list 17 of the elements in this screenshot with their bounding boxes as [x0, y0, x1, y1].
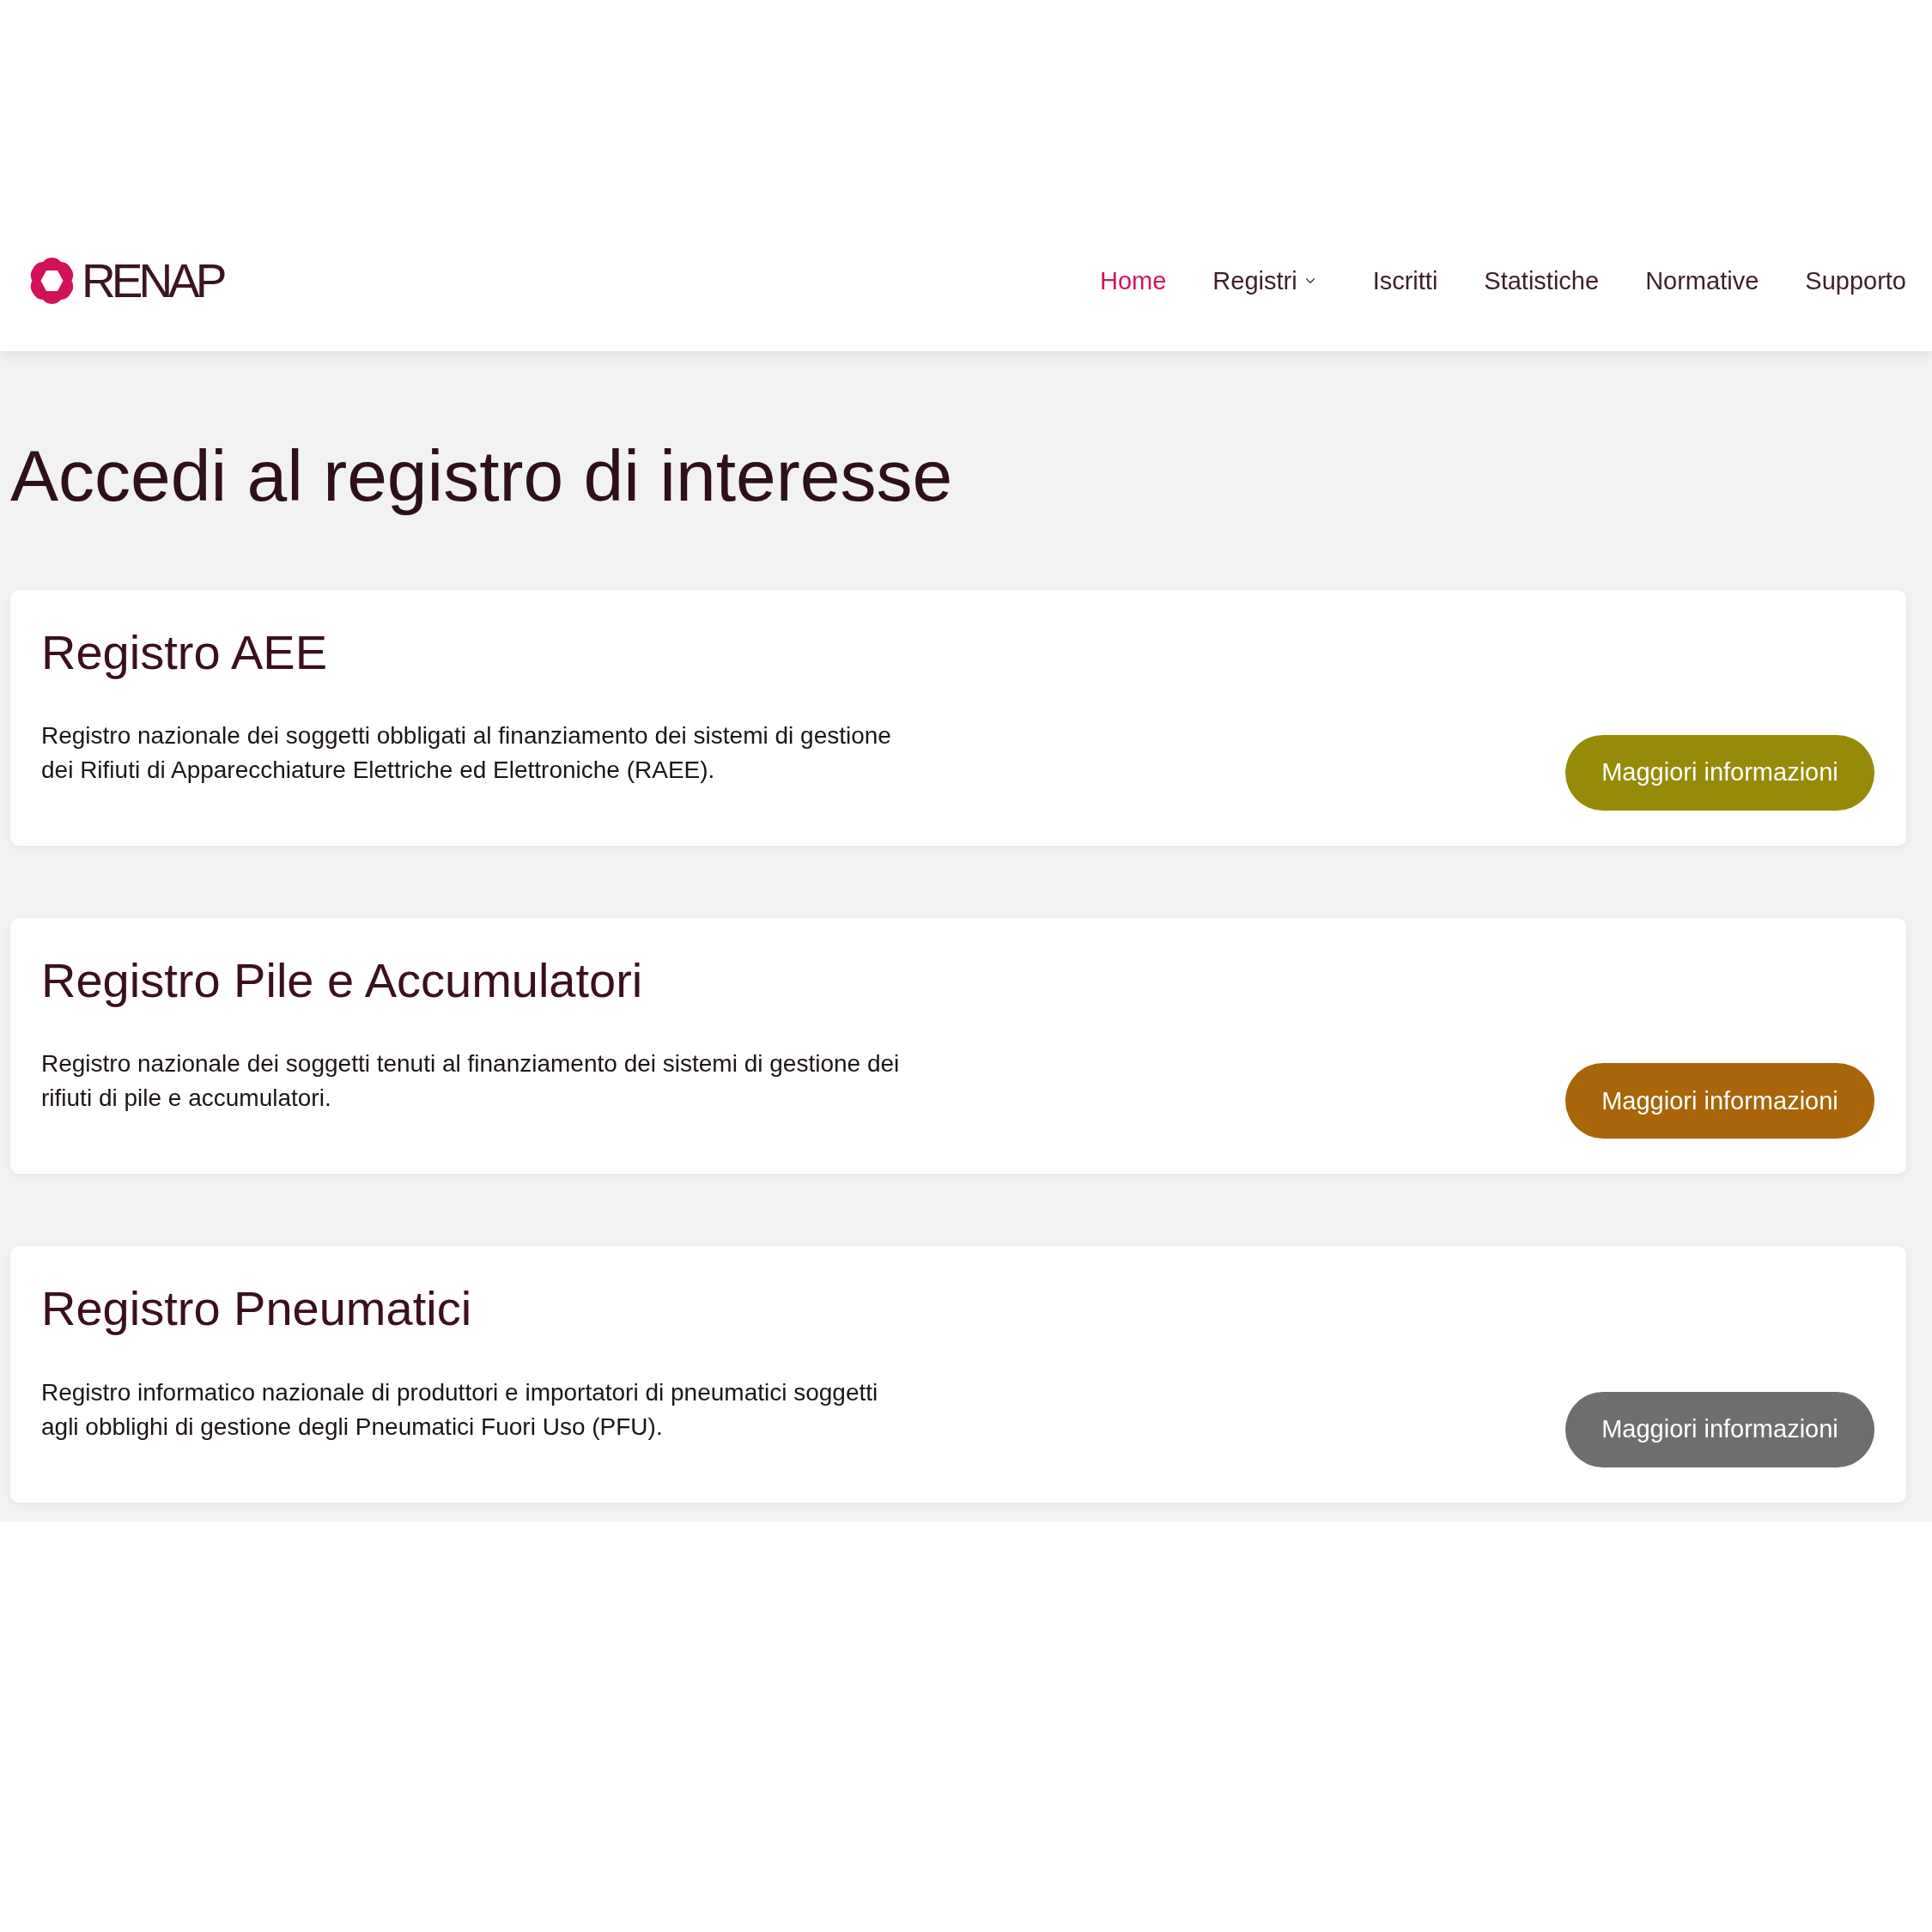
registry-description: Registro nazionale dei soggetti tenuti al finanziamento dei sistemi di gestione dei rifiuti di pile e accumulatori.: [41, 1049, 901, 1114]
logo-icon[interactable]: [30, 258, 74, 304]
registry-title: Registro Pneumatici: [41, 1280, 472, 1338]
more-info-button[interactable]: Maggiori informazioni: [1565, 735, 1874, 811]
more-info-button[interactable]: Maggiori informazioni: [1565, 1063, 1874, 1139]
registry-title: Registro AEE: [41, 624, 328, 681]
logo-text[interactable]: RENAP: [82, 257, 228, 305]
nav-link[interactable]: Registri: [1212, 268, 1327, 294]
more-info-button[interactable]: Maggiori informazioni: [1565, 1391, 1874, 1467]
nav-link[interactable]: Iscritti: [1372, 268, 1438, 294]
nav-link[interactable]: Statistiche: [1484, 268, 1600, 294]
registry-description: Registro nazionale dei soggetti obbligati al finanziamento dei sistemi di gestione dei Rifiuti di Apparecchiature Elettriche ed Elettroniche (RAEE).: [41, 721, 892, 786]
nav-link[interactable]: Normative: [1645, 268, 1759, 294]
nav-link[interactable]: Home: [1099, 268, 1167, 294]
nav-link[interactable]: Supporto: [1805, 268, 1906, 294]
registry-description: Registro informatico nazionale di produttori e importatori di pneumatici soggetti agli obblighi di gestione degli Pneumatici Fuori Uso (PFU).: [41, 1377, 879, 1442]
registry-title: Registro Pile e Accumulatori: [41, 952, 643, 1010]
